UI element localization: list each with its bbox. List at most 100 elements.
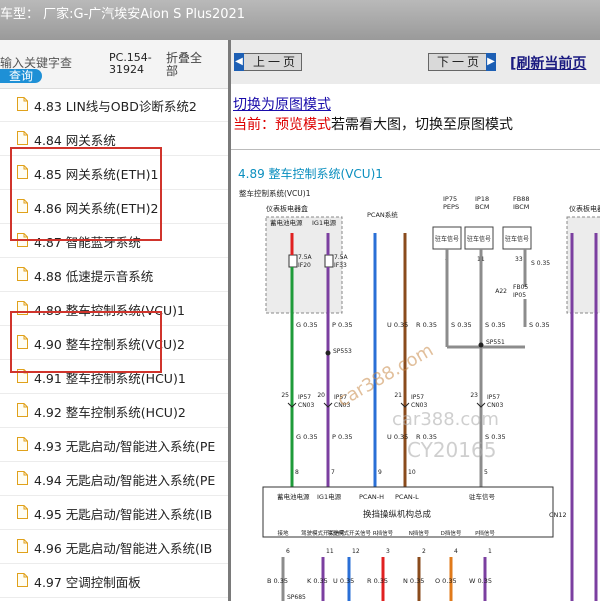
switch-original-mode-link[interactable]: 切换为原图模式 bbox=[233, 94, 331, 114]
shift-module-name: 换挡操纵机构总成 bbox=[363, 509, 432, 520]
refresh-page-link[interactable]: [刷新当前页 bbox=[510, 53, 586, 73]
connector-label: CN12 bbox=[549, 511, 567, 519]
wire-label: G 0.35 bbox=[296, 433, 318, 441]
module-pin: IP18 bbox=[475, 195, 489, 203]
arrow-left-icon: ◀ bbox=[234, 53, 244, 71]
wire-label: O 0.35 bbox=[435, 577, 457, 585]
splice-dot bbox=[325, 350, 331, 356]
wire-label: G 0.35 bbox=[296, 321, 318, 329]
tree-item-label: 4.88 低速提示音系统 bbox=[34, 269, 154, 284]
wire-label: W 0.35 bbox=[469, 577, 492, 585]
module-output: 接地 bbox=[277, 529, 289, 537]
wiring-diagram-svg: 整车控制系统(VCU)1仪表板电器盒仪表板电器蓄电池电源IG1电源7.5AIF2… bbox=[239, 188, 600, 601]
module-pin: FB88 bbox=[513, 195, 529, 203]
viewer-navbar: ◀ 上一页 下一页 ▶ [刷新当前页 bbox=[231, 40, 600, 84]
label-battery: 蓄电池电源 bbox=[270, 218, 303, 227]
document-icon bbox=[17, 573, 28, 587]
module-pin: IP75 bbox=[443, 195, 457, 203]
module-signal: 驻车信号 bbox=[467, 235, 491, 243]
module-pin-number: 2 bbox=[422, 548, 426, 555]
tree-item[interactable]: 4.88 低速提示音系统 bbox=[0, 258, 228, 292]
tree-item[interactable]: 4.97 空调控制面板 bbox=[0, 564, 228, 598]
wire-label: U 0.35 bbox=[387, 433, 408, 441]
splice-label: SP553 bbox=[333, 348, 352, 355]
fuse-rating: 7.5A bbox=[298, 254, 313, 261]
connector-label: CN03 bbox=[298, 402, 314, 409]
connector-label: CN03 bbox=[411, 402, 427, 409]
wire-label: P 0.35 bbox=[332, 321, 352, 329]
tree-item[interactable]: 4.94 无匙启动/智能进入系统(PE bbox=[0, 462, 228, 496]
wire-label: R 0.35 bbox=[367, 577, 388, 585]
tree-item-label: 4.94 无匙启动/智能进入系统(PE bbox=[34, 473, 216, 488]
wire-label: S 0.35 bbox=[531, 260, 550, 267]
tree-item[interactable]: 4.96 无匙启动/智能进入系统(IB bbox=[0, 530, 228, 564]
fuse-rating: 7.5A bbox=[334, 254, 349, 261]
tree-item[interactable]: 4.83 LIN线与OBD诊断系统2 bbox=[0, 88, 228, 122]
mode-status: 当前：预览模式若需看大图，切换至原图模式 bbox=[233, 117, 513, 133]
tree-item-label: 4.93 无匙启动/智能进入系统(PE bbox=[34, 439, 216, 454]
fuse-id: IF33 bbox=[334, 262, 347, 269]
module-output: P挡信号 bbox=[475, 529, 495, 537]
connector-pin: 21 bbox=[394, 392, 402, 399]
window-title: 车型： 厂家:G-广汽埃安Aion S Plus2021 bbox=[0, 7, 246, 22]
module-input: 驻车信号 bbox=[469, 492, 496, 501]
wire-label: R 0.35 bbox=[416, 321, 437, 329]
fuse-id: IF20 bbox=[298, 262, 311, 269]
diagram-heading: 整车控制系统(VCU)1 bbox=[239, 188, 311, 198]
arrow-right-icon: ▶ bbox=[486, 53, 496, 71]
connector-label: IP57 bbox=[487, 394, 500, 401]
module-input: PCAN-L bbox=[395, 493, 419, 501]
module-name: PEPS bbox=[443, 203, 459, 211]
document-icon bbox=[17, 403, 28, 417]
connector-label: IP57 bbox=[298, 394, 311, 401]
diagram-title: 4.89 整车控制系统(VCU)1 bbox=[238, 167, 383, 181]
wiring-diagram: 整车控制系统(VCU)1仪表板电器盒仪表板电器蓄电池电源IG1电源7.5AIF2… bbox=[237, 187, 600, 601]
tree-item-label: 4.92 整车控制系统(HCU)2 bbox=[34, 405, 186, 420]
sidebar-toolbar: 输入关键字查 查询 PC.154-31924 折叠全部 bbox=[0, 40, 228, 89]
module-pin-number: 3 bbox=[386, 548, 390, 555]
tree-item[interactable]: 4.92 整车控制系统(HCU)2 bbox=[0, 394, 228, 428]
document-icon bbox=[17, 97, 28, 111]
module-name: IBCM bbox=[513, 203, 529, 211]
sidebar: 输入关键字查 查询 PC.154-31924 折叠全部 4.83 LIN线与OB… bbox=[0, 40, 228, 601]
watermark: car388.com bbox=[392, 409, 499, 430]
query-button[interactable]: 查询 bbox=[0, 69, 42, 83]
viewer-pane: ◀ 上一页 下一页 ▶ [刷新当前页 切换为原图模式 当前：预览模式若需看大图，… bbox=[231, 40, 600, 601]
connector-pin: 25 bbox=[281, 392, 289, 399]
fold-all-button[interactable]: 折叠全部 bbox=[166, 52, 206, 78]
divider-line bbox=[231, 149, 600, 150]
tree-item-label: 4.83 LIN线与OBD诊断系统2 bbox=[34, 99, 197, 114]
document-icon bbox=[17, 505, 28, 519]
connector-pin: 23 bbox=[470, 392, 478, 399]
module-input: PCAN-H bbox=[359, 493, 384, 501]
module-output: N挡信号 bbox=[409, 529, 430, 537]
fuse-box-right-title: 仪表板电器 bbox=[569, 204, 600, 213]
module-signal: 驻车信号 bbox=[435, 235, 459, 243]
module-pin-number: 5 bbox=[484, 469, 488, 476]
wire-label: U 0.35 bbox=[333, 577, 354, 585]
module-pin-number: 9 bbox=[378, 469, 382, 476]
wire-label: S 0.35 bbox=[485, 321, 506, 329]
module-pin-number: 4 bbox=[454, 548, 458, 555]
module-pin-number: 11 bbox=[326, 548, 334, 555]
wire-label: S 0.35 bbox=[451, 321, 472, 329]
connector-pin: 20 bbox=[317, 392, 325, 399]
tree-item[interactable]: 4.95 无匙启动/智能进入系统(IB bbox=[0, 496, 228, 530]
next-page-button[interactable]: 下一页 ▶ bbox=[428, 53, 496, 71]
prev-page-button[interactable]: ◀ 上一页 bbox=[234, 53, 302, 71]
module-pin-number: 6 bbox=[286, 548, 290, 555]
wire-label: B 0.35 bbox=[267, 577, 288, 585]
tree-item[interactable]: 4.93 无匙启动/智能进入系统(PE bbox=[0, 428, 228, 462]
wire-label: U 0.35 bbox=[387, 321, 408, 329]
module-input: IG1电源 bbox=[317, 492, 342, 501]
connector-label: FB05 bbox=[513, 284, 528, 291]
highlight-box-gateway bbox=[10, 147, 162, 241]
splice-label: SP685 bbox=[287, 594, 306, 601]
module-input: 蓄电池电源 bbox=[277, 492, 310, 501]
document-icon bbox=[17, 131, 28, 145]
tree-item-label: 4.95 无匙启动/智能进入系统(IB bbox=[34, 507, 213, 522]
connector-label: CN03 bbox=[487, 402, 503, 409]
fuse-icon bbox=[288, 254, 298, 268]
module-pin-number: 10 bbox=[408, 469, 416, 476]
module-output: 驾驶模式开关信号 bbox=[327, 529, 372, 537]
